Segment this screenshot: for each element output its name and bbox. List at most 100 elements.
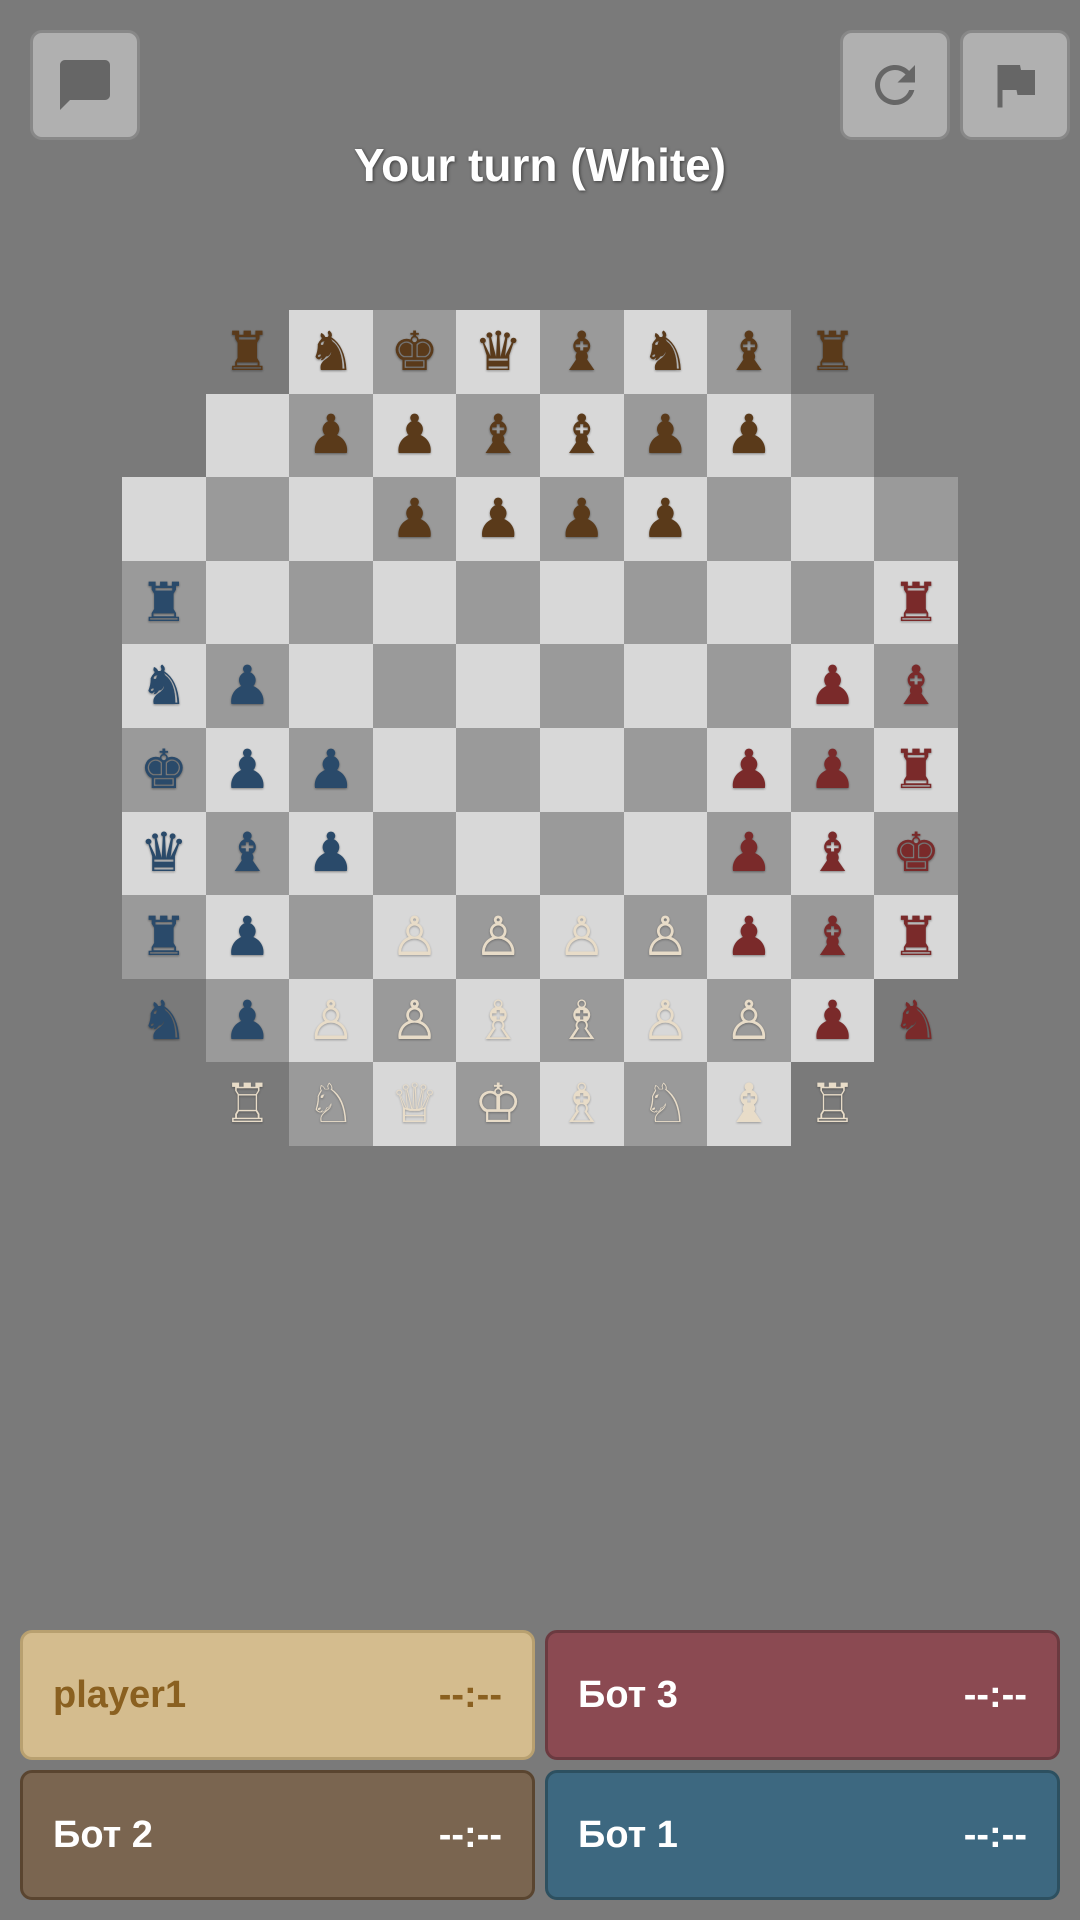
cell-1-8[interactable] <box>791 394 875 478</box>
cell-7-6[interactable]: ♙ <box>624 895 708 979</box>
cell-0-6[interactable]: ♞ <box>624 310 708 394</box>
cell-6-6[interactable] <box>624 812 708 896</box>
cell-5-3[interactable] <box>373 728 457 812</box>
refresh-button[interactable] <box>840 30 950 140</box>
cell-0-4[interactable]: ♛ <box>456 310 540 394</box>
cell-9-0[interactable] <box>122 1062 206 1146</box>
cell-1-6[interactable]: ♟ <box>624 394 708 478</box>
chess-board[interactable]: ♜♞♚♛♝♞♝♜♟♟♝♝♟♟♟♟♟♟♜♜♞♟♟♝♚♟♟♟♟♜♛♝♟♟♝♚♜♟♙♙… <box>122 310 958 1146</box>
cell-3-6[interactable] <box>624 561 708 645</box>
cell-7-8[interactable]: ♝ <box>791 895 875 979</box>
cell-2-8[interactable] <box>791 477 875 561</box>
cell-3-9[interactable]: ♜ <box>874 561 958 645</box>
cell-0-5[interactable]: ♝ <box>540 310 624 394</box>
cell-2-6[interactable]: ♟ <box>624 477 708 561</box>
cell-5-0[interactable]: ♚ <box>122 728 206 812</box>
cell-5-1[interactable]: ♟ <box>206 728 290 812</box>
cell-6-5[interactable] <box>540 812 624 896</box>
cell-1-4[interactable]: ♝ <box>456 394 540 478</box>
cell-6-4[interactable] <box>456 812 540 896</box>
cell-8-8[interactable]: ♟ <box>791 979 875 1063</box>
cell-5-6[interactable] <box>624 728 708 812</box>
cell-1-2[interactable]: ♟ <box>289 394 373 478</box>
cell-4-7[interactable] <box>707 644 791 728</box>
cell-8-1[interactable]: ♟ <box>206 979 290 1063</box>
cell-6-2[interactable]: ♟ <box>289 812 373 896</box>
cell-0-9[interactable] <box>874 310 958 394</box>
cell-8-2[interactable]: ♙ <box>289 979 373 1063</box>
cell-4-1[interactable]: ♟ <box>206 644 290 728</box>
cell-7-1[interactable]: ♟ <box>206 895 290 979</box>
cell-1-5[interactable]: ♝ <box>540 394 624 478</box>
cell-3-2[interactable] <box>289 561 373 645</box>
cell-8-0[interactable]: ♞ <box>122 979 206 1063</box>
cell-9-2[interactable]: ♘ <box>289 1062 373 1146</box>
cell-1-1[interactable] <box>206 394 290 478</box>
cell-5-9[interactable]: ♜ <box>874 728 958 812</box>
cell-7-4[interactable]: ♙ <box>456 895 540 979</box>
flag-button[interactable] <box>960 30 1070 140</box>
cell-3-0[interactable]: ♜ <box>122 561 206 645</box>
cell-6-7[interactable]: ♟ <box>707 812 791 896</box>
cell-4-8[interactable]: ♟ <box>791 644 875 728</box>
cell-8-5[interactable]: ♗ <box>540 979 624 1063</box>
cell-3-7[interactable] <box>707 561 791 645</box>
cell-1-7[interactable]: ♟ <box>707 394 791 478</box>
cell-9-6[interactable]: ♘ <box>624 1062 708 1146</box>
cell-9-8[interactable]: ♖ <box>791 1062 875 1146</box>
cell-4-2[interactable] <box>289 644 373 728</box>
cell-8-4[interactable]: ♗ <box>456 979 540 1063</box>
cell-3-4[interactable] <box>456 561 540 645</box>
cell-2-1[interactable] <box>206 477 290 561</box>
cell-6-0[interactable]: ♛ <box>122 812 206 896</box>
cell-8-7[interactable]: ♙ <box>707 979 791 1063</box>
cell-2-0[interactable] <box>122 477 206 561</box>
cell-7-9[interactable]: ♜ <box>874 895 958 979</box>
cell-0-1[interactable]: ♜ <box>206 310 290 394</box>
cell-8-6[interactable]: ♙ <box>624 979 708 1063</box>
cell-3-5[interactable] <box>540 561 624 645</box>
cell-9-3[interactable]: ♕ <box>373 1062 457 1146</box>
cell-4-5[interactable] <box>540 644 624 728</box>
cell-0-3[interactable]: ♚ <box>373 310 457 394</box>
cell-3-8[interactable] <box>791 561 875 645</box>
chat-button[interactable] <box>30 30 140 140</box>
cell-0-0[interactable] <box>122 310 206 394</box>
cell-5-7[interactable]: ♟ <box>707 728 791 812</box>
cell-9-1[interactable]: ♖ <box>206 1062 290 1146</box>
cell-9-9[interactable] <box>874 1062 958 1146</box>
cell-2-2[interactable] <box>289 477 373 561</box>
cell-9-7[interactable]: ♝ <box>707 1062 791 1146</box>
cell-1-3[interactable]: ♟ <box>373 394 457 478</box>
cell-4-9[interactable]: ♝ <box>874 644 958 728</box>
cell-3-1[interactable] <box>206 561 290 645</box>
cell-7-3[interactable]: ♙ <box>373 895 457 979</box>
cell-9-5[interactable]: ♗ <box>540 1062 624 1146</box>
cell-1-0[interactable] <box>122 394 206 478</box>
cell-0-7[interactable]: ♝ <box>707 310 791 394</box>
cell-5-8[interactable]: ♟ <box>791 728 875 812</box>
cell-7-2[interactable] <box>289 895 373 979</box>
cell-4-3[interactable] <box>373 644 457 728</box>
cell-2-9[interactable] <box>874 477 958 561</box>
cell-9-4[interactable]: ♔ <box>456 1062 540 1146</box>
cell-6-9[interactable]: ♚ <box>874 812 958 896</box>
cell-3-3[interactable] <box>373 561 457 645</box>
cell-4-6[interactable] <box>624 644 708 728</box>
cell-5-2[interactable]: ♟ <box>289 728 373 812</box>
cell-7-0[interactable]: ♜ <box>122 895 206 979</box>
cell-2-5[interactable]: ♟ <box>540 477 624 561</box>
cell-2-3[interactable]: ♟ <box>373 477 457 561</box>
cell-6-8[interactable]: ♝ <box>791 812 875 896</box>
cell-2-4[interactable]: ♟ <box>456 477 540 561</box>
cell-0-2[interactable]: ♞ <box>289 310 373 394</box>
cell-4-4[interactable] <box>456 644 540 728</box>
cell-8-9[interactable]: ♞ <box>874 979 958 1063</box>
cell-6-3[interactable] <box>373 812 457 896</box>
cell-8-3[interactable]: ♙ <box>373 979 457 1063</box>
cell-7-7[interactable]: ♟ <box>707 895 791 979</box>
cell-7-5[interactable]: ♙ <box>540 895 624 979</box>
cell-5-4[interactable] <box>456 728 540 812</box>
cell-5-5[interactable] <box>540 728 624 812</box>
cell-2-7[interactable] <box>707 477 791 561</box>
